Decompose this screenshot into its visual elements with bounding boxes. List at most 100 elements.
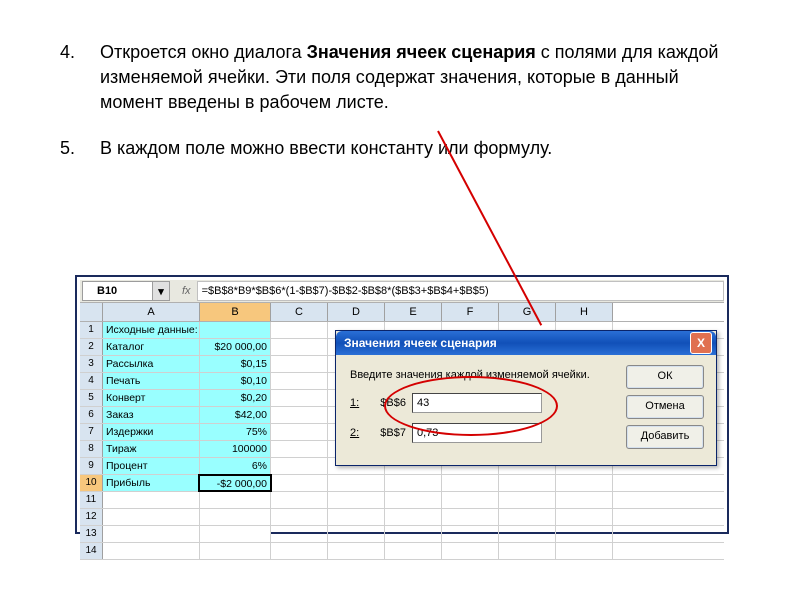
select-all-corner[interactable]	[80, 303, 103, 321]
cell[interactable]	[271, 526, 328, 542]
row-header[interactable]: 9	[80, 458, 103, 474]
cell-b[interactable]	[200, 543, 271, 559]
cancel-button[interactable]: Отмена	[626, 395, 704, 419]
cell-a[interactable]: Тираж	[103, 441, 200, 457]
ok-button[interactable]: ОК	[626, 365, 704, 389]
col-header-c[interactable]: C	[271, 303, 328, 321]
cell[interactable]	[499, 526, 556, 542]
cell[interactable]	[271, 492, 328, 508]
cell[interactable]	[271, 373, 328, 389]
cell-b[interactable]	[200, 322, 271, 338]
row-header[interactable]: 8	[80, 441, 103, 457]
cell-b[interactable]	[200, 526, 271, 542]
cell-b[interactable]: 100000	[200, 441, 271, 457]
cell[interactable]	[271, 441, 328, 457]
col-header-d[interactable]: D	[328, 303, 385, 321]
dropdown-icon[interactable]: ▾	[152, 282, 169, 300]
col-header-h[interactable]: H	[556, 303, 613, 321]
cell[interactable]	[442, 492, 499, 508]
cell-b[interactable]: 6%	[200, 458, 271, 474]
col-header-f[interactable]: F	[442, 303, 499, 321]
cell[interactable]	[271, 322, 328, 338]
cell[interactable]	[442, 543, 499, 559]
cell[interactable]	[328, 509, 385, 525]
row-header[interactable]: 6	[80, 407, 103, 423]
col-header-e[interactable]: E	[385, 303, 442, 321]
col-header-a[interactable]: A	[103, 303, 200, 321]
dialog-titlebar[interactable]: Значения ячеек сценария X	[336, 331, 716, 355]
formula-input[interactable]: =$B$8*B9*$B$6*(1-$B$7)-$B$2-$B$8*($B$3+$…	[197, 281, 724, 301]
row-header[interactable]: 12	[80, 509, 103, 525]
row-header[interactable]: 5	[80, 390, 103, 406]
cell[interactable]	[556, 526, 613, 542]
cell[interactable]	[271, 543, 328, 559]
cell[interactable]	[271, 458, 328, 474]
close-icon[interactable]: X	[690, 332, 712, 354]
cell[interactable]	[271, 356, 328, 372]
row-header[interactable]: 7	[80, 424, 103, 440]
row-header[interactable]: 4	[80, 373, 103, 389]
cell[interactable]	[385, 543, 442, 559]
cell-a[interactable]	[103, 526, 200, 542]
cell-b[interactable]: $0,20	[200, 390, 271, 406]
cell-b[interactable]: 75%	[200, 424, 271, 440]
cell[interactable]	[499, 475, 556, 491]
cell[interactable]	[499, 543, 556, 559]
cell[interactable]	[556, 509, 613, 525]
cell-a[interactable]: Печать	[103, 373, 200, 389]
cell[interactable]	[442, 509, 499, 525]
col-header-g[interactable]: G	[499, 303, 556, 321]
cell[interactable]	[328, 492, 385, 508]
row-header[interactable]: 2	[80, 339, 103, 355]
cell[interactable]	[385, 492, 442, 508]
cell-a[interactable]	[103, 492, 200, 508]
cell[interactable]	[442, 526, 499, 542]
cell[interactable]	[271, 475, 328, 491]
cell[interactable]	[385, 526, 442, 542]
cell-a[interactable]	[103, 543, 200, 559]
cell[interactable]	[328, 543, 385, 559]
cell[interactable]	[556, 492, 613, 508]
cell[interactable]	[271, 424, 328, 440]
cell-b[interactable]: $0,10	[200, 373, 271, 389]
cell-b[interactable]: $0,15	[200, 356, 271, 372]
cell[interactable]	[271, 390, 328, 406]
col-header-b[interactable]: B	[200, 303, 271, 321]
fx-label[interactable]: fx	[172, 285, 197, 297]
row-header[interactable]: 10	[80, 475, 103, 491]
row-header[interactable]: 11	[80, 492, 103, 508]
row-header[interactable]: 3	[80, 356, 103, 372]
cell[interactable]	[271, 339, 328, 355]
cell[interactable]	[385, 475, 442, 491]
cell[interactable]	[499, 509, 556, 525]
cell-b[interactable]: $42,00	[200, 407, 271, 423]
cell[interactable]	[385, 509, 442, 525]
cell-b[interactable]: $20 000,00	[200, 339, 271, 355]
row-header[interactable]: 14	[80, 543, 103, 559]
cell-b[interactable]: -$2 000,00	[198, 474, 272, 492]
cell-a[interactable]: Конверт	[103, 390, 200, 406]
cell-b[interactable]	[200, 509, 271, 525]
value-input-2[interactable]	[412, 423, 542, 443]
value-input-1[interactable]	[412, 393, 542, 413]
cell-a[interactable]: Заказ	[103, 407, 200, 423]
cell[interactable]	[499, 492, 556, 508]
cell[interactable]	[271, 407, 328, 423]
cell-b[interactable]	[200, 492, 271, 508]
cell[interactable]	[556, 475, 613, 491]
cell-a[interactable]: Процент	[103, 458, 200, 474]
cell[interactable]	[271, 509, 328, 525]
add-button[interactable]: Добавить	[626, 425, 704, 449]
cell-a[interactable]: Рассылка	[103, 356, 200, 372]
row-header[interactable]: 1	[80, 322, 103, 338]
row-header[interactable]: 13	[80, 526, 103, 542]
name-box[interactable]: B10 ▾	[82, 281, 170, 301]
cell[interactable]	[328, 475, 385, 491]
cell-a[interactable]: Исходные данные:	[103, 322, 200, 338]
cell-a[interactable]: Каталог	[103, 339, 200, 355]
cell[interactable]	[328, 526, 385, 542]
cell-a[interactable]	[103, 509, 200, 525]
cell-a[interactable]: Издержки	[103, 424, 200, 440]
cell[interactable]	[556, 543, 613, 559]
cell[interactable]	[442, 475, 499, 491]
